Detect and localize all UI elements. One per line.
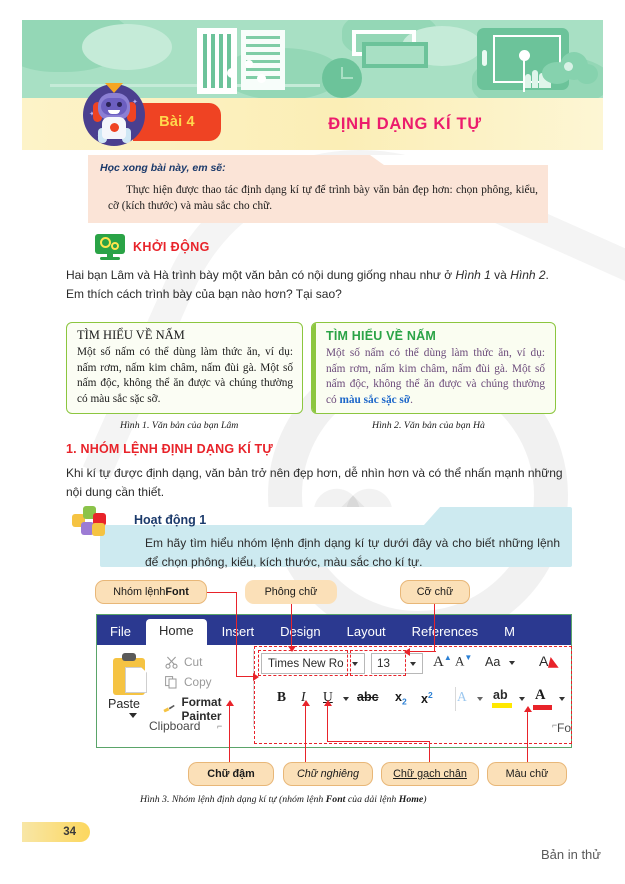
leader-arrow-underline [324,700,332,706]
ribbon-tab-bar: File Home Insert Design Layout Reference… [97,615,571,645]
clipboard-dialog-launcher-icon[interactable]: ⌐ [217,721,222,731]
activity-1-text: Em hãy tìm hiểu nhóm lệnh định dạng kí t… [145,536,560,569]
ribbon-tab-layout[interactable]: Layout [334,620,399,645]
lesson-tag: Bài 4 [133,103,221,141]
figure2-body-suffix: . [410,393,413,406]
ribbon-tab-design[interactable]: Design [267,620,333,645]
figure2-document-box: TÌM HIỂU VỀ NẤM Một số nấm có thể dùng l… [311,322,556,414]
activity-1-title: Hoạt động 1 [134,513,207,527]
ribbon-bottom-edge [97,747,571,748]
copy-icon [165,675,177,688]
leader-line-font-size-v [434,604,436,652]
leader-line-bold [229,706,231,762]
leader-line-font-color [527,712,529,762]
scissors-icon [165,656,178,669]
section-1-heading: 1. NHÓM LỆNH ĐỊNH DẠNG KÍ TỰ [66,442,273,456]
monitor-gears-icon [95,234,125,260]
cut-button[interactable]: Cut [165,655,202,669]
font-group-callout-bold: Font [165,586,189,598]
figure3-caption-bold-font: Font [325,794,346,805]
clipboard-group-label: Clipboard [149,719,201,733]
ribbon-tab-file[interactable]: File [97,620,144,645]
trial-print-mark: Bản in thử [540,847,601,862]
objectives-box-notch [370,155,548,165]
font-group-callout-prefix: Nhóm lệnh [113,586,166,598]
bold-callout: Chữ đậm [188,762,274,786]
cut-label: Cut [184,655,203,669]
paste-button-label[interactable]: Paste [108,697,140,711]
lesson-tag-label: Bài 4 [159,114,195,130]
warmup-text: Hai bạn Lâm và Hà trình bày một văn bản … [66,266,566,304]
font-name-callout: Phông chữ [245,580,337,604]
ribbon-tab-home[interactable]: Home [145,619,207,645]
objectives-text: Thực hiện được thao tác định dạng kí tự … [108,184,538,212]
section-1-paragraph: Khi kí tự được định dạng, văn bản trở nê… [66,466,563,499]
copy-label: Copy [184,675,212,689]
figure3-caption-suffix: ) [423,794,427,805]
figure2-body-highlight: màu sắc sặc sỡ [339,393,411,406]
warmup-text-part1: Hai bạn Lâm và Hà trình bày một văn bản … [66,268,456,282]
page-title-text: ĐỊNH DẠNG KÍ TỰ [328,114,482,133]
warmup-heading: KHỞI ĐỘNG [133,240,210,254]
figure2-doc-body: Một số nấm có thể dùng làm thức ăn, ví d… [326,346,545,408]
warmup-ref-2: Hình 2 [510,268,546,282]
leader-line-underline-v2 [429,741,431,762]
figure3-caption-mid: của dải lệnh [345,794,399,805]
ribbon-tab-mailings[interactable]: M [491,620,528,645]
figure3-caption-bold-home: Home [398,794,424,805]
font-size-callout: Cỡ chữ [400,580,470,604]
page-number-badge: 34 [22,822,90,842]
ribbon-tab-references[interactable]: References [399,620,491,645]
paintbrush-icon [163,704,175,712]
document-icon [352,30,432,70]
figure1-doc-body: Một số nấm có thể dùng làm thức ăn, ví d… [77,346,293,405]
figure1-doc-heading: TÌM HIỂU VỀ NẤM [77,328,185,342]
italic-callout: Chữ nghiêng [283,762,373,786]
font-name-highlight-rect [258,650,348,676]
leader-line-font-name [291,604,293,648]
underline-callout: Chữ gạch chân [381,762,479,786]
cloud-icon [542,48,602,88]
leader-line-italic [305,706,307,762]
leader-line-underline-h [327,741,430,743]
objectives-heading: Học xong bài này, em sẽ: [100,162,226,174]
molecule-icon [227,60,277,94]
paste-dropdown-caret-icon[interactable] [129,713,137,718]
ribbon-tab-insert[interactable]: Insert [209,620,268,645]
leader-line-underline [327,706,329,742]
font-color-callout: Màu chữ [487,762,567,786]
figure2-caption: Hình 2. Văn bản của bạn Hà [372,420,485,431]
figure2-doc-heading: TÌM HIỂU VỀ NẤM [326,329,436,343]
page-title: ĐỊNH DẠNG KÍ TỰ [240,100,570,148]
leader-arrow-italic [302,700,310,706]
leader-arrow-bold [226,700,234,706]
clipboard-icon[interactable] [113,653,151,695]
figure1-document-box: TÌM HIỂU VỀ NẤM Một số nấm có thể dùng l… [66,322,303,414]
copy-button[interactable]: Copy [165,675,212,689]
leader-line-font-group-h [207,592,237,594]
figure1-caption: Hình 1. Văn bản của bạn Lâm [120,420,239,431]
font-group-callout: Nhóm lệnh Font [95,580,207,604]
warmup-ref-1: Hình 1 [455,268,491,282]
figure3-caption: Hình 3. Nhóm lệnh định dạng kí tự (nhóm … [140,794,426,805]
warmup-text-part2: và [490,268,511,282]
puzzle-pieces-icon [72,504,106,536]
leader-arrow-font-color [524,706,532,712]
robot-mascot-icon: ✦ ✦ ✦ [83,83,145,146]
figure3-caption-prefix: Hình 3. Nhóm lệnh định dạng kí tự (nhóm … [140,794,326,805]
leader-line-font-group-v [235,592,237,677]
font-size-highlight-rect [350,650,406,676]
textbook-page: Bài 4 ĐỊNH DẠNG KÍ TỰ ✦ ✦ ✦ Học xong bài… [0,0,625,884]
clock-icon [322,58,362,98]
